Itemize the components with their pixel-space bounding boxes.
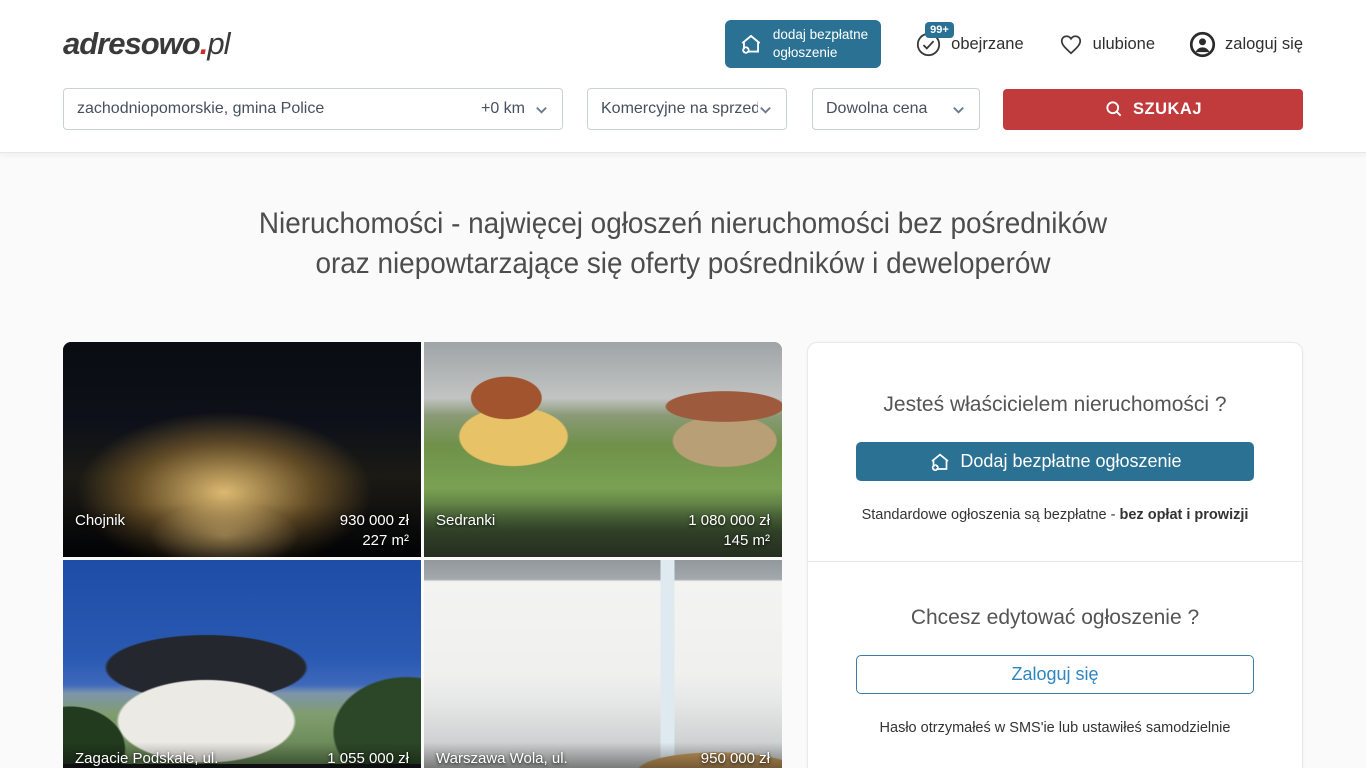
category-select[interactable]: Komercyjne na sprzedaż [587,88,787,130]
edit-heading: Chcesz edytować ogłoszenie ? [856,606,1254,630]
listing-card[interactable]: Chojnik 930 000 zł 227 m² [63,342,421,557]
login-link[interactable]: zaloguj się [1189,31,1303,58]
listing-overlay: Zagacie Podskale, ul. 1 055 000 zł [63,742,421,768]
listing-area: 227 m² [340,531,409,551]
listings-grid: Chojnik 930 000 zł 227 m² Sedranki 1 080… [63,342,781,768]
add-listing-label: dodaj bezpłatne ogłoszenie [773,26,868,61]
listing-price: 930 000 zł [340,511,409,531]
sidebar: Jesteś właścicielem nieruchomości ? Doda… [807,342,1303,768]
login-label: zaloguj się [1225,35,1303,54]
listing-card[interactable]: Zagacie Podskale, ul. 1 055 000 zł [63,560,421,768]
search-button-label: SZUKAJ [1133,100,1202,119]
search-bar: zachodniopomorskie, gmina Police +0 km K… [0,88,1366,152]
user-circle-icon [1189,31,1216,58]
listing-location: Warszawa Wola, ul. [436,749,701,768]
radius-select[interactable]: +0 km [481,100,549,118]
chevron-down-icon [951,102,966,117]
listing-location: Chojnik [75,511,340,531]
listing-photo [424,560,782,768]
location-input[interactable]: zachodniopomorskie, gmina Police +0 km [63,88,563,130]
sidebar-add-listing-button[interactable]: Dodaj bezpłatne ogłoszenie [856,442,1254,481]
edit-note: Hasło otrzymałeś w SMS'ie lub ustawiłeś … [856,720,1254,736]
check-circle-icon: 99+ [915,31,942,58]
heart-icon [1058,31,1084,57]
logo-tld: pl [207,26,229,61]
listing-overlay: Chojnik 930 000 zł 227 m² [63,504,421,557]
add-listing-button[interactable]: dodaj bezpłatne ogłoszenie [725,20,881,67]
price-value: Dowolna cena [826,100,951,118]
search-button[interactable]: SZUKAJ [1003,89,1303,130]
viewed-link[interactable]: 99+ obejrzane [915,31,1023,58]
page-title: Nieruchomości - najwięcej ogłoszeń nieru… [48,204,1318,284]
chevron-down-icon [534,102,549,117]
listing-area: 145 m² [688,531,770,551]
price-select[interactable]: Dowolna cena [812,88,980,130]
favorites-link[interactable]: ulubione [1058,31,1155,57]
hero: Nieruchomości - najwięcej ogłoszeń nieru… [0,204,1366,284]
page-header: adresowo.pl dodaj bezpłatne ogłoszenie [0,0,1366,152]
top-bar: adresowo.pl dodaj bezpłatne ogłoszenie [0,0,1366,88]
listing-photo [63,560,421,768]
sidebar-login-button[interactable]: Zaloguj się [856,655,1254,694]
viewed-count-badge: 99+ [925,22,954,38]
favorites-label: ulubione [1093,35,1155,54]
location-value: zachodniopomorskie, gmina Police [77,100,481,118]
search-icon [1104,99,1124,119]
viewed-label: obejrzane [951,35,1023,54]
listing-card[interactable]: Sedranki 1 080 000 zł 145 m² [424,342,782,557]
listing-price: 1 080 000 zł [688,511,770,531]
logo[interactable]: adresowo.pl [63,26,229,62]
category-value: Komercyjne na sprzedaż [601,100,758,118]
listing-card[interactable]: Warszawa Wola, ul. 950 000 zł [424,560,782,768]
owner-note: Standardowe ogłoszenia są bezpłatne - be… [856,507,1254,523]
owner-section: Jesteś właścicielem nieruchomości ? Doda… [808,343,1302,561]
house-plus-icon [928,450,952,474]
house-plus-icon [738,31,764,57]
listing-location: Zagacie Podskale, ul. [75,749,327,768]
listing-overlay: Sedranki 1 080 000 zł 145 m² [424,504,782,557]
sidebar-add-listing-label: Dodaj bezpłatne ogłoszenie [960,451,1181,472]
listing-price: 950 000 zł [701,749,770,768]
radius-value: +0 km [481,100,525,118]
owner-heading: Jesteś właścicielem nieruchomości ? [856,393,1254,417]
listing-price: 1 055 000 zł [327,749,409,768]
top-actions: dodaj bezpłatne ogłoszenie 99+ obejrzane [725,20,1303,67]
chevron-down-icon [758,102,773,117]
listing-location: Sedranki [436,511,688,531]
logo-name: adresowo [63,26,200,61]
main-content: Chojnik 930 000 zł 227 m² Sedranki 1 080… [0,342,1366,768]
listing-overlay: Warszawa Wola, ul. 950 000 zł [424,742,782,768]
edit-section: Chcesz edytować ogłoszenie ? Zaloguj się… [808,561,1302,768]
